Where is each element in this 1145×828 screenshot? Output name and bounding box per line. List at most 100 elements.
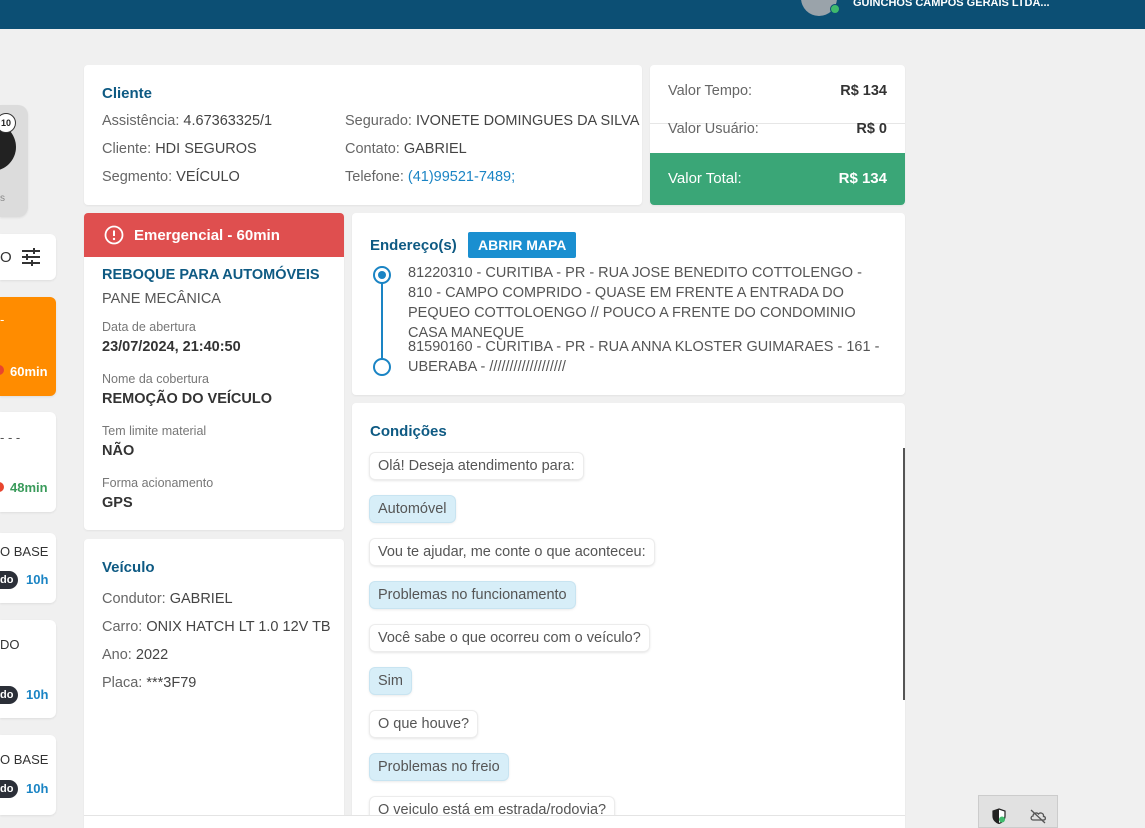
filter-bar[interactable]: O (0, 234, 56, 280)
service-card-line: DO (0, 637, 20, 652)
chat-answer: Problemas no funcionamento (370, 582, 575, 608)
year-row: Ano: 2022 (102, 647, 168, 663)
addresses-card: Endereço(s) ABRIR MAPA 81220310 - CURITI… (352, 213, 905, 395)
chat-answer: Automóvel (370, 496, 455, 522)
service-card-line: O BASE (0, 752, 49, 767)
time-value-row: Valor Tempo: R$ 134 (668, 83, 887, 99)
security-shield-icon[interactable] (991, 808, 1007, 824)
contact-row: Contato: GABRIEL (345, 141, 467, 157)
phone-link[interactable]: (41)99521-7489; (408, 169, 515, 185)
alert-dot-icon (0, 365, 4, 375)
chat-question: Você sabe o que ocorreu com o veículo? (370, 625, 649, 651)
client-card-title: Cliente (102, 85, 153, 102)
insured-row: Segurado: IVONETE DOMINGUES DA SILVA (345, 113, 639, 129)
service-card[interactable]: DO do 10h (0, 620, 56, 718)
service-card-time: 48min (10, 480, 48, 495)
service-card-hours: 10h (26, 781, 49, 796)
total-value-amount: R$ 134 (838, 170, 887, 187)
addresses-card-title: Endereço(s) (370, 237, 457, 254)
chat-question: Olá! Deseja atendimento para: (370, 453, 583, 479)
conditions-card-title: Condições (370, 423, 447, 440)
route-line (381, 275, 383, 365)
segment-row: Segmento: VEÍCULO (102, 169, 240, 185)
assistance-label: Assistência: (102, 113, 180, 129)
plate-value: ***3F79 (146, 675, 197, 691)
year-label: Ano: (102, 647, 132, 663)
vehicle-card-title: Veículo (102, 559, 155, 576)
client-value: HDI SEGUROS (155, 141, 257, 157)
origin-marker-icon (373, 266, 391, 284)
car-value: ONIX HATCH LT 1.0 12V TB (146, 619, 331, 635)
chat-question: O que houve? (370, 711, 478, 737)
service-card-line: O BASE (0, 544, 49, 559)
coverage-value: REMOÇÃO DO VEÍCULO (102, 391, 272, 407)
vehicle-card: Veículo Condutor: GABRIEL Carro: ONIX HA… (84, 539, 344, 828)
chat-answer: Problemas no freio (370, 754, 508, 780)
service-card-line: - - - (0, 430, 21, 445)
service-card-line: - (0, 312, 5, 327)
total-value-label: Valor Total: (668, 170, 742, 187)
client-row: Cliente: HDI SEGUROS (102, 141, 257, 157)
plate-row: Placa: ***3F79 (102, 675, 196, 691)
service-card[interactable]: - - - 48min (0, 412, 56, 512)
alert-dot-icon (0, 482, 4, 492)
user-value-amount: R$ 0 (856, 121, 887, 137)
car-row: Carro: ONIX HATCH LT 1.0 12V TB (102, 619, 331, 635)
opening-date-value: 23/07/2024, 21:40:50 (102, 339, 241, 355)
phone-label: Telefone: (345, 169, 404, 185)
service-subtitle: PANE MECÂNICA (102, 291, 221, 307)
chat-question: Vou te ajudar, me conte o que aconteceu: (370, 539, 654, 565)
service-card-active[interactable]: - 60min (0, 297, 56, 396)
segment-value: VEÍCULO (176, 169, 240, 185)
service-card-time: 60min (10, 364, 48, 379)
contact-value: GABRIEL (403, 141, 467, 157)
status-badge: do (0, 571, 18, 589)
dispatch-method-value: GPS (102, 495, 133, 511)
priority-label: Emergencial - 60min (134, 227, 280, 244)
dispatch-method-label: Forma acionamento (102, 476, 214, 490)
car-label: Carro: (102, 619, 143, 635)
assistance-value: 4.67363325/1 (183, 113, 273, 129)
service-card[interactable]: O BASE do 10h (0, 735, 56, 815)
plate-label: Placa: (102, 675, 143, 691)
opening-date-label: Data de abertura (102, 320, 196, 334)
time-value-amount: R$ 134 (840, 83, 887, 99)
profile-card[interactable]: 10 s (0, 105, 28, 217)
driver-value: GABRIEL (169, 591, 233, 607)
cloud-offline-icon[interactable] (1029, 808, 1047, 824)
bottom-panel (84, 815, 905, 828)
material-limit-value: NÃO (102, 443, 135, 459)
total-value-bar: Valor Total: R$ 134 (650, 153, 905, 205)
service-details-card: Emergencial - 60min REBOQUE PARA AUTOMÓV… (84, 213, 344, 530)
top-bar: GUINCHOS CAMPOS GERAIS LTDA... (0, 0, 1145, 29)
destination-marker-icon (373, 358, 391, 376)
client-label: Cliente: (102, 141, 152, 157)
time-value-label: Valor Tempo: (668, 83, 753, 99)
insured-label: Segurado: (345, 113, 412, 129)
coverage-label: Nome da cobertura (102, 372, 210, 386)
service-card-hours: 10h (26, 572, 49, 587)
user-value-row: Valor Usuário: R$ 0 (668, 121, 887, 137)
open-map-button[interactable]: ABRIR MAPA (468, 232, 577, 258)
service-card-hours: 10h (26, 687, 49, 702)
alert-circle-icon (104, 225, 124, 245)
sliders-icon[interactable] (21, 247, 41, 267)
material-limit-label: Tem limite material (102, 424, 207, 438)
chat-answer: Sim (370, 668, 411, 694)
conditions-scrollbar[interactable] (903, 448, 905, 700)
service-card[interactable]: O BASE do 10h (0, 533, 56, 603)
destination-address: 81590160 - CURITIBA - PR - RUA ANNA KLOS… (408, 339, 880, 375)
conditions-card: Condições Olá! Deseja atendimento para: … (352, 403, 905, 828)
user-value-label: Valor Usuário: (668, 121, 759, 137)
client-card: Cliente Assistência: 4.67363325/1 Client… (84, 65, 642, 205)
contact-label: Contato: (345, 141, 400, 157)
profile-caption: s (0, 193, 5, 204)
year-value: 2022 (135, 647, 169, 663)
assistance-row: Assistência: 4.67363325/1 (102, 113, 272, 129)
company-name: GUINCHOS CAMPOS GERAIS LTDA... (853, 0, 1050, 9)
filter-label: O (0, 249, 12, 266)
phone-row: Telefone: (41)99521-7489; (345, 169, 515, 185)
driver-label: Condutor: (102, 591, 166, 607)
system-tray (978, 795, 1058, 828)
priority-banner: Emergencial - 60min (84, 213, 344, 257)
